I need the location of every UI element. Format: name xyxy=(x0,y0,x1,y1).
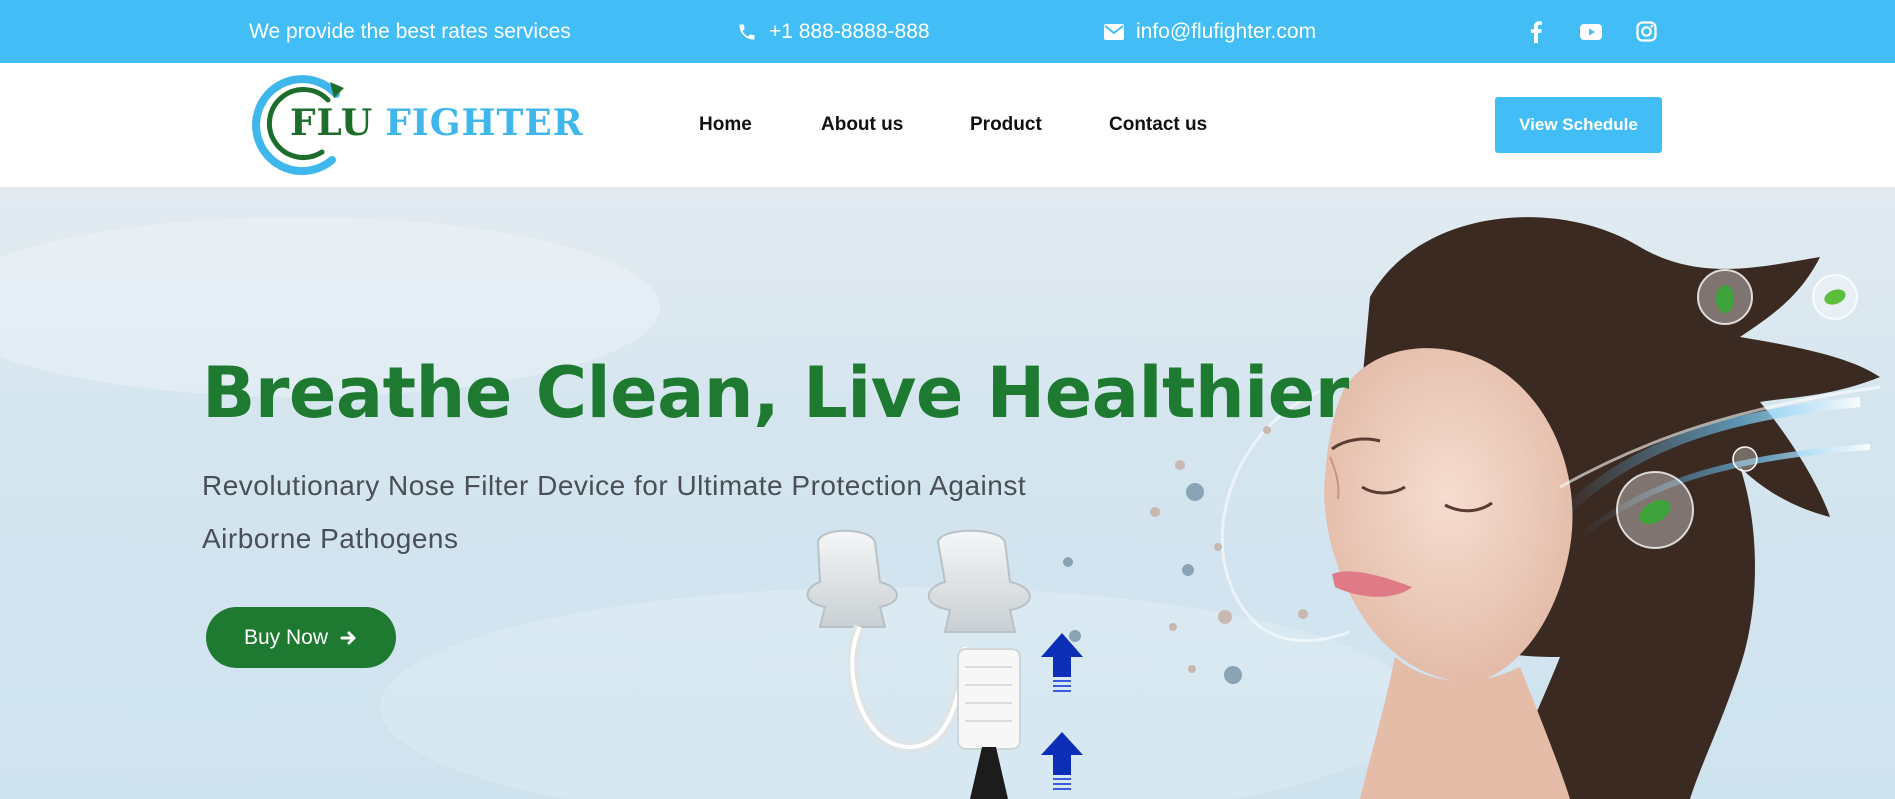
instagram-icon xyxy=(1635,21,1657,42)
hero-title: Breathe Clean, Live Healthier xyxy=(202,352,1349,434)
top-bar: We provide the best rates services +1 88… xyxy=(0,0,1895,63)
facebook-icon xyxy=(1530,20,1542,43)
hero-subtitle: Revolutionary Nose Filter Device for Ult… xyxy=(202,470,1027,554)
buy-now-label: Buy Now xyxy=(243,625,329,649)
nav-about-us[interactable]: About us xyxy=(821,63,903,187)
phone-contact[interactable]: +1 888-8888-888 xyxy=(737,0,930,63)
youtube-icon xyxy=(1580,23,1602,40)
site-header: FLU FIGHTER Home About us Product Contact… xyxy=(0,63,1895,187)
email-address: info@flufighter.com xyxy=(1136,19,1317,43)
tagline: We provide the best rates services xyxy=(249,19,571,43)
envelope-icon xyxy=(1104,23,1124,40)
nav-product[interactable]: Product xyxy=(970,63,1042,187)
hero-section: Breathe Clean, Live Healthier Revolution… xyxy=(0,187,1895,799)
facebook-link[interactable] xyxy=(1520,0,1552,63)
email-contact[interactable]: info@flufighter.com xyxy=(1104,0,1316,63)
logo-wordmark: FLU FIGHTER xyxy=(290,102,584,144)
nav-home[interactable]: Home xyxy=(699,63,752,187)
view-schedule-button[interactable]: View Schedule xyxy=(1495,97,1662,153)
arrow-right-icon xyxy=(334,629,358,647)
nav-contact-us[interactable]: Contact us xyxy=(1109,63,1207,187)
phone-icon xyxy=(739,24,755,39)
buy-now-button[interactable]: Buy Now xyxy=(206,607,396,668)
site-logo[interactable]: FLU FIGHTER xyxy=(248,74,583,178)
youtube-link[interactable] xyxy=(1575,0,1607,63)
instagram-link[interactable] xyxy=(1630,0,1662,63)
phone-number: +1 888-8888-888 xyxy=(769,19,930,43)
logo-word-fighter: FIGHTER xyxy=(385,102,584,144)
logo-word-flu: FLU xyxy=(290,102,374,144)
